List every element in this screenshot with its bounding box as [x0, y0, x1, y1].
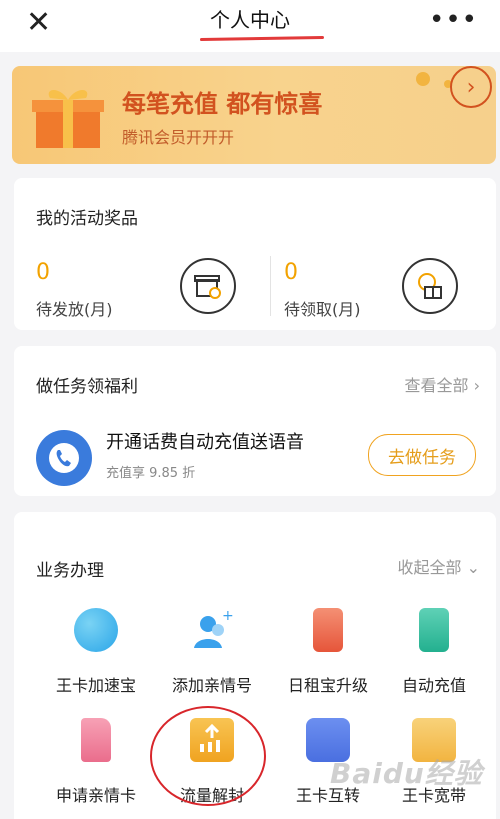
speed-globe-icon: [74, 608, 118, 652]
service-speed-booster[interactable]: 王卡加速宝: [38, 608, 154, 696]
phone-rent-icon: [313, 608, 343, 652]
divider: [270, 256, 271, 316]
claim-label: 待领取(月): [284, 300, 361, 319]
do-task-button[interactable]: 去做任务: [368, 434, 476, 476]
service-family-card[interactable]: 申请亲情卡: [38, 718, 154, 806]
watermark: Baidu经验: [330, 757, 483, 790]
coin-decoration: [416, 72, 430, 86]
banner-sub-text: 腾讯会员开开开: [122, 128, 235, 147]
service-auto-recharge[interactable]: 自动充值: [376, 608, 492, 696]
task-title: 开通话费自动充值送语音: [106, 432, 304, 453]
awards-card: 我的活动奖品 0 待发放(月) 0 待领取(月): [14, 178, 496, 330]
gift-box-icon: [32, 90, 104, 148]
arrow-circle-icon[interactable]: ›: [450, 66, 492, 108]
banner-main-text: 每笔充值 都有惊喜: [122, 90, 323, 118]
auto-recharge-icon: [419, 608, 449, 652]
gift-pending-icon[interactable]: [180, 258, 236, 314]
svg-text:+: +: [222, 608, 234, 624]
service-label: 添加亲情号: [171, 676, 252, 695]
claim-count: 0: [284, 260, 298, 285]
promo-banner[interactable]: 每笔充值 都有惊喜 腾讯会员开开开 ›: [12, 66, 496, 164]
service-label: 申请亲情卡: [55, 786, 136, 805]
page-title: 个人中心: [210, 8, 290, 32]
add-family-icon: +: [190, 608, 234, 652]
service-label: 日租宝升级: [287, 676, 368, 695]
top-bar: ✕ 个人中心 •••: [0, 0, 500, 52]
sim-card-icon: [81, 718, 111, 762]
pending-count: 0: [36, 260, 50, 285]
tasks-card: 做任务领福利 查看全部 › 开通话费自动充值送语音 充值享 9.85 折 去做任…: [14, 346, 496, 496]
collapse-all-link[interactable]: 收起全部 ⌄: [397, 554, 480, 578]
phone-call-icon: [36, 430, 92, 486]
highlight-circle: [150, 706, 266, 806]
title-underline: [199, 35, 325, 42]
service-add-family[interactable]: + 添加亲情号: [154, 608, 270, 696]
gift-claim-icon[interactable]: [402, 258, 458, 314]
awards-title: 我的活动奖品: [36, 209, 138, 229]
tasks-title: 做任务领福利: [36, 377, 138, 397]
collapse-label: 收起全部: [397, 558, 462, 577]
service-label: 自动充值: [401, 676, 466, 695]
service-label: 王卡加速宝: [55, 676, 136, 695]
service-daily-rent[interactable]: 日租宝升级: [270, 608, 386, 696]
see-all-label: 查看全部: [404, 376, 469, 395]
services-title: 业务办理: [36, 561, 104, 581]
more-dots-icon[interactable]: •••: [429, 5, 478, 35]
see-all-link[interactable]: 查看全部 ›: [405, 372, 481, 396]
task-subtitle: 充值享 9.85 折: [106, 466, 196, 481]
pending-label: 待发放(月): [36, 300, 113, 319]
